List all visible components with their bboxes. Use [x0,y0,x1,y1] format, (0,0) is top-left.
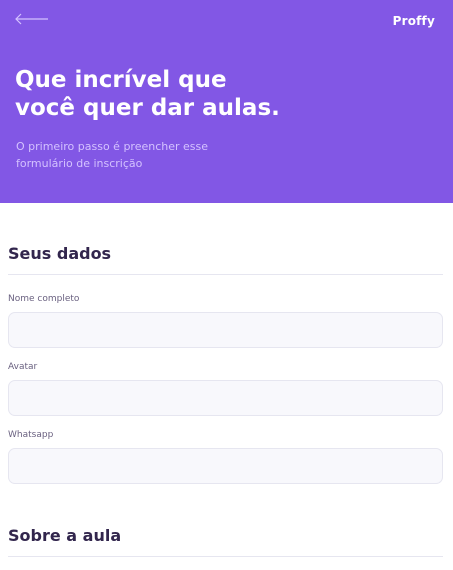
teacher-form-page: Proffy Que incrível que você quer dar au… [0,0,453,570]
back-button[interactable] [14,10,50,28]
proffy-logo: Proffy [392,14,435,28]
page-header: Proffy Que incrível que você quer dar au… [0,0,453,203]
avatar-input[interactable] [8,380,443,416]
page-title: Que incrível que você quer dar aulas. [15,66,315,122]
page-title-line-1: Que incrível que [15,67,227,93]
section-title-seus-dados: Seus dados [8,244,112,263]
section-divider [8,274,443,275]
arrow-left-icon [15,13,48,25]
field-label-avatar: Avatar [8,362,38,372]
page-subtitle-line-2: formulário de inscrição [16,157,143,170]
page-title-line-2: você quer dar aulas. [15,95,280,121]
field-label-whatsapp: Whatsapp [8,430,54,440]
section-divider [8,556,443,557]
page-subtitle-line-1: O primeiro passo é preencher esse [16,140,209,153]
section-title-sobre-a-aula: Sobre a aula [8,526,122,545]
name-input[interactable] [8,312,443,348]
page-subtitle: O primeiro passo é preencher esse formul… [16,138,246,172]
field-label-nome-completo: Nome completo [8,294,80,304]
whatsapp-input[interactable] [8,448,443,484]
